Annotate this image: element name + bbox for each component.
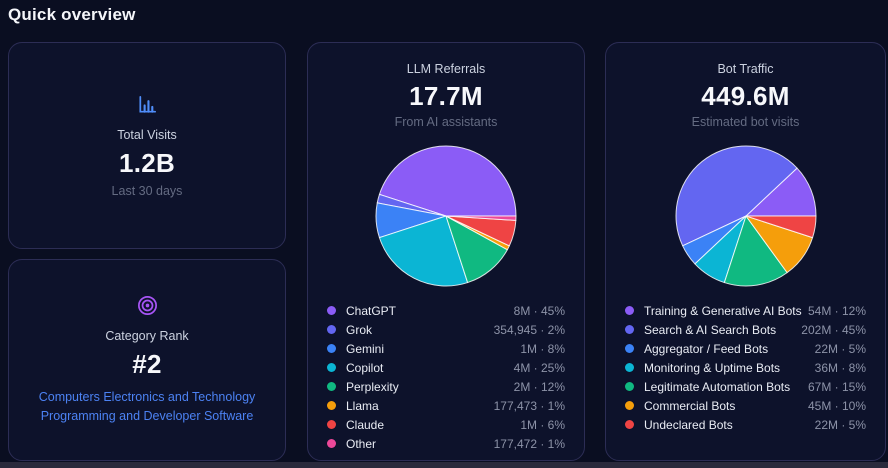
legend-item-legitimate-automation-bots[interactable]: Legitimate Automation Bots 67M · 15% bbox=[625, 377, 866, 396]
legend-color-dot bbox=[625, 382, 634, 391]
bot-traffic-value: 449.6M bbox=[606, 81, 885, 112]
legend-value: 1M · 8% bbox=[520, 342, 565, 356]
legend-color-dot bbox=[327, 344, 336, 353]
legend-value: 177,472 · 1% bbox=[494, 437, 565, 451]
legend-item-other[interactable]: Other 177,472 · 1% bbox=[327, 434, 565, 453]
llm-referrals-card: LLM Referrals 17.7M From AI assistants C… bbox=[307, 42, 585, 461]
legend-item-claude[interactable]: Claude 1M · 6% bbox=[327, 415, 565, 434]
category-link-parent[interactable]: Computers Electronics and Technology bbox=[39, 388, 256, 407]
legend-item-llama[interactable]: Llama 177,473 · 1% bbox=[327, 396, 565, 415]
legend-item-copilot[interactable]: Copilot 4M · 25% bbox=[327, 358, 565, 377]
legend-label: Monitoring & Uptime Bots bbox=[644, 361, 780, 375]
category-rank-card: Category Rank #2 Computers Electronics a… bbox=[8, 259, 286, 461]
legend-label: Search & AI Search Bots bbox=[644, 323, 776, 337]
legend-color-dot bbox=[327, 325, 336, 334]
bot-traffic-title: Bot Traffic bbox=[606, 62, 885, 76]
bot-traffic-card: Bot Traffic 449.6M Estimated bot visits … bbox=[605, 42, 886, 461]
legend-value: 54M · 12% bbox=[808, 304, 866, 318]
legend-color-dot bbox=[327, 439, 336, 448]
legend-label: Commercial Bots bbox=[644, 399, 735, 413]
total-visits-sub: Last 30 days bbox=[112, 184, 183, 198]
legend-color-dot bbox=[625, 344, 634, 353]
legend-color-dot bbox=[625, 306, 634, 315]
legend-value: 1M · 6% bbox=[520, 418, 565, 432]
total-visits-card: Total Visits 1.2B Last 30 days bbox=[8, 42, 286, 249]
legend-label: ChatGPT bbox=[346, 304, 396, 318]
legend-label: Copilot bbox=[346, 361, 383, 375]
legend-color-dot bbox=[625, 325, 634, 334]
legend-value: 22M · 5% bbox=[815, 342, 866, 356]
legend-label: Llama bbox=[346, 399, 379, 413]
bot-traffic-legend: Training & Generative AI Bots 54M · 12% Se… bbox=[625, 301, 866, 434]
legend-item-gemini[interactable]: Gemini 1M · 8% bbox=[327, 339, 565, 358]
bot-traffic-sub: Estimated bot visits bbox=[606, 115, 885, 129]
page-title: Quick overview bbox=[8, 5, 136, 25]
total-visits-label: Total Visits bbox=[117, 128, 177, 142]
llm-referrals-sub: From AI assistants bbox=[308, 115, 584, 129]
legend-color-dot bbox=[327, 363, 336, 372]
legend-label: Gemini bbox=[346, 342, 384, 356]
legend-value: 177,473 · 1% bbox=[494, 399, 565, 413]
legend-color-dot bbox=[327, 420, 336, 429]
legend-item-chatgpt[interactable]: ChatGPT 8M · 45% bbox=[327, 301, 565, 320]
legend-label: Training & Generative AI Bots bbox=[644, 304, 802, 318]
legend-item-monitoring-uptime-bots[interactable]: Monitoring & Uptime Bots 36M · 8% bbox=[625, 358, 866, 377]
legend-value: 2M · 12% bbox=[514, 380, 565, 394]
legend-value: 67M · 15% bbox=[808, 380, 866, 394]
legend-label: Undeclared Bots bbox=[644, 418, 733, 432]
total-visits-value: 1.2B bbox=[119, 148, 175, 179]
legend-item-grok[interactable]: Grok 354,945 · 2% bbox=[327, 320, 565, 339]
legend-value: 4M · 25% bbox=[514, 361, 565, 375]
legend-item-training-generative-ai-bots[interactable]: Training & Generative AI Bots 54M · 12% bbox=[625, 301, 866, 320]
category-rank-value: #2 bbox=[132, 349, 162, 380]
legend-color-dot bbox=[327, 382, 336, 391]
legend-value: 36M · 8% bbox=[815, 361, 866, 375]
legend-color-dot bbox=[327, 401, 336, 410]
legend-color-dot bbox=[625, 363, 634, 372]
legend-value: 45M · 10% bbox=[808, 399, 866, 413]
legend-label: Claude bbox=[346, 418, 384, 432]
legend-item-commercial-bots[interactable]: Commercial Bots 45M · 10% bbox=[625, 396, 866, 415]
legend-label: Perplexity bbox=[346, 380, 399, 394]
llm-referrals-pie-chart[interactable] bbox=[373, 143, 519, 289]
legend-label: Other bbox=[346, 437, 376, 451]
category-rank-label: Category Rank bbox=[105, 329, 188, 343]
bullseye-icon bbox=[136, 294, 159, 317]
bottom-scrollbar-strip bbox=[0, 462, 888, 468]
legend-value: 354,945 · 2% bbox=[494, 323, 565, 337]
legend-color-dot bbox=[625, 420, 634, 429]
llm-referrals-legend: ChatGPT 8M · 45% Grok 354,945 · 2% Gemini 1M … bbox=[327, 301, 565, 453]
legend-item-perplexity[interactable]: Perplexity 2M · 12% bbox=[327, 377, 565, 396]
bar-chart-icon bbox=[136, 93, 159, 116]
llm-referrals-value: 17.7M bbox=[308, 81, 584, 112]
legend-color-dot bbox=[327, 306, 336, 315]
legend-item-aggregator-feed-bots[interactable]: Aggregator / Feed Bots 22M · 5% bbox=[625, 339, 866, 358]
category-link-sub[interactable]: Programming and Developer Software bbox=[39, 407, 256, 426]
legend-label: Aggregator / Feed Bots bbox=[644, 342, 768, 356]
legend-item-undeclared-bots[interactable]: Undeclared Bots 22M · 5% bbox=[625, 415, 866, 434]
legend-value: 202M · 45% bbox=[801, 323, 866, 337]
legend-value: 8M · 45% bbox=[514, 304, 565, 318]
llm-referrals-title: LLM Referrals bbox=[308, 62, 584, 76]
bot-traffic-pie-chart[interactable] bbox=[673, 143, 819, 289]
legend-label: Legitimate Automation Bots bbox=[644, 380, 790, 394]
legend-label: Grok bbox=[346, 323, 372, 337]
legend-color-dot bbox=[625, 401, 634, 410]
legend-value: 22M · 5% bbox=[815, 418, 866, 432]
legend-item-search-ai-search-bots[interactable]: Search & AI Search Bots 202M · 45% bbox=[625, 320, 866, 339]
